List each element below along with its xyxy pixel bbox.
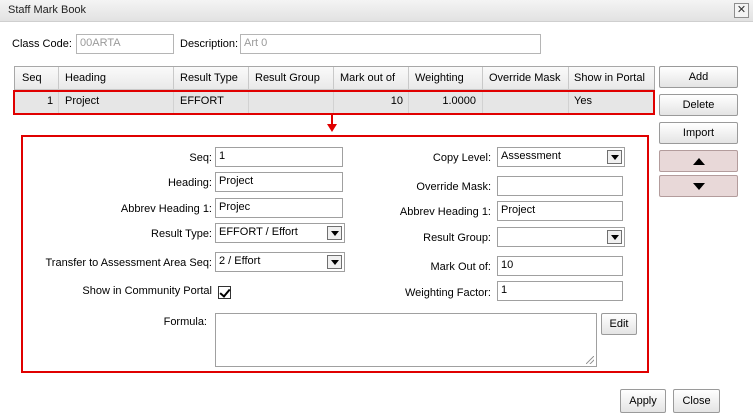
description-field[interactable]: Art 0 [240,34,541,54]
chevron-down-icon[interactable] [327,226,342,240]
mark-out-of-label: Mark Out of: [430,261,491,273]
copy-level-value: Assessment [501,150,561,162]
grid-header: Seq Heading Result Type Result Group Mar… [15,67,654,90]
class-code-field[interactable]: 00ARTA [76,34,174,54]
selected-row-highlight [13,90,655,115]
result-type-value: EFFORT / Effort [219,226,298,238]
show-in-portal-label: Show in Community Portal [82,285,212,297]
move-down-button[interactable] [659,175,738,197]
chevron-down-icon[interactable] [607,230,622,244]
callout-arrow-icon [327,124,337,132]
title-bar: Staff Mark Book ✕ [0,0,753,22]
override-mask-label: Override Mask: [416,181,491,193]
abbrev-heading-field[interactable]: Projec [215,198,343,218]
copy-level-label: Copy Level: [432,152,491,164]
column-header-heading[interactable]: Heading [65,72,106,84]
delete-button[interactable]: Delete [659,94,738,116]
show-in-portal-checkbox[interactable] [218,286,231,299]
result-group-label: Result Group: [423,232,491,244]
up-arrow-icon [692,158,705,165]
column-header-result-type[interactable]: Result Type [180,72,238,84]
weighting-factor-field[interactable]: 1 [497,281,623,301]
column-header-show-in-portal[interactable]: Show in Portal [574,72,645,84]
result-group-select[interactable] [497,227,625,247]
chevron-down-icon[interactable] [607,150,622,164]
abbrev-heading-2-field[interactable]: Project [497,201,623,221]
close-button[interactable]: Close [673,389,720,413]
column-header-mark-out-of[interactable]: Mark out of [340,72,395,84]
apply-button[interactable]: Apply [620,389,666,413]
resize-grip-icon[interactable] [586,356,594,364]
column-header-result-group[interactable]: Result Group [255,72,320,84]
edit-button[interactable]: Edit [601,313,637,335]
close-icon[interactable]: ✕ [734,3,749,18]
import-button[interactable]: Import [659,122,738,144]
transfer-select[interactable]: 2 / Effort [215,252,345,272]
heading-label: Heading: [167,177,212,189]
result-type-select[interactable]: EFFORT / Effort [215,223,345,243]
result-type-label: Result Type: [151,228,212,240]
override-mask-field[interactable] [497,176,623,196]
window-title: Staff Mark Book [8,4,87,16]
mark-out-of-field[interactable]: 10 [497,256,623,276]
add-button[interactable]: Add [659,66,738,88]
formula-textarea[interactable] [215,313,597,367]
seq-field[interactable]: 1 [215,147,343,167]
column-header-seq[interactable]: Seq [22,72,42,84]
transfer-value: 2 / Effort [219,255,261,267]
column-header-override-mask[interactable]: Override Mask [489,72,561,84]
abbrev-heading-2-label: Abbrev Heading 1: [399,206,491,218]
formula-label: Formula: [163,316,207,328]
seq-label: Seq: [189,152,212,164]
weighting-factor-label: Weighting Factor: [404,287,491,299]
heading-field[interactable]: Project [215,172,343,192]
copy-level-select[interactable]: Assessment [497,147,625,167]
move-up-button[interactable] [659,150,738,172]
abbrev-heading-label: Abbrev Heading 1: [120,203,212,215]
chevron-down-icon[interactable] [327,255,342,269]
transfer-label: Transfer to Assessment Area Seq: [45,257,212,269]
down-arrow-icon [692,183,705,190]
description-label: Description: [180,38,239,50]
column-header-weighting[interactable]: Weighting [415,72,464,84]
class-code-label: Class Code: [12,38,72,50]
